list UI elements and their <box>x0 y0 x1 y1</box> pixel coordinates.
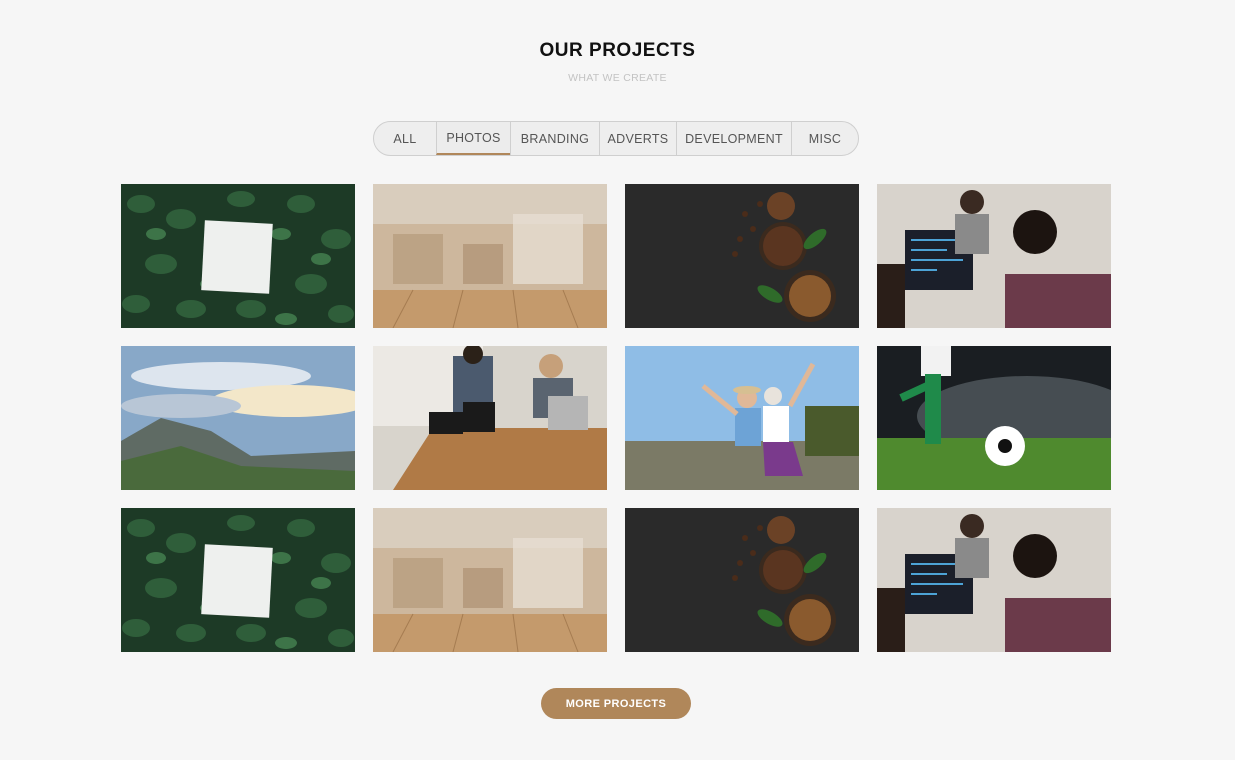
leaves-card-photo[interactable] <box>121 184 355 328</box>
filter-branding[interactable]: BRANDING <box>510 122 599 155</box>
more-projects-button[interactable]: MORE PROJECTS <box>541 688 691 719</box>
meeting-photo[interactable] <box>373 346 607 490</box>
developers-photo[interactable] <box>877 184 1111 328</box>
coffee-beans-photo[interactable] <box>625 184 859 328</box>
leaves-card-photo[interactable] <box>121 508 355 652</box>
soccer-photo[interactable] <box>877 346 1111 490</box>
wood-table-photo[interactable] <box>373 184 607 328</box>
wood-table-photo[interactable] <box>373 508 607 652</box>
mountain-sky-photo[interactable] <box>121 346 355 490</box>
filter-misc[interactable]: MISC <box>791 122 858 155</box>
seniors-selfie-photo[interactable] <box>625 346 859 490</box>
developers-photo[interactable] <box>877 508 1111 652</box>
page-title: OUR PROJECTS <box>539 40 696 61</box>
coffee-beans-photo[interactable] <box>625 508 859 652</box>
filter-photos[interactable]: PHOTOS <box>436 122 510 155</box>
filter-adverts[interactable]: ADVERTS <box>599 122 676 155</box>
page-subtitle: WHAT WE CREATE <box>568 72 667 84</box>
filter-bar: ALL PHOTOS BRANDING ADVERTS DEVELOPMENT … <box>373 121 859 156</box>
filter-development[interactable]: DEVELOPMENT <box>676 122 791 155</box>
filter-all[interactable]: ALL <box>374 122 436 155</box>
